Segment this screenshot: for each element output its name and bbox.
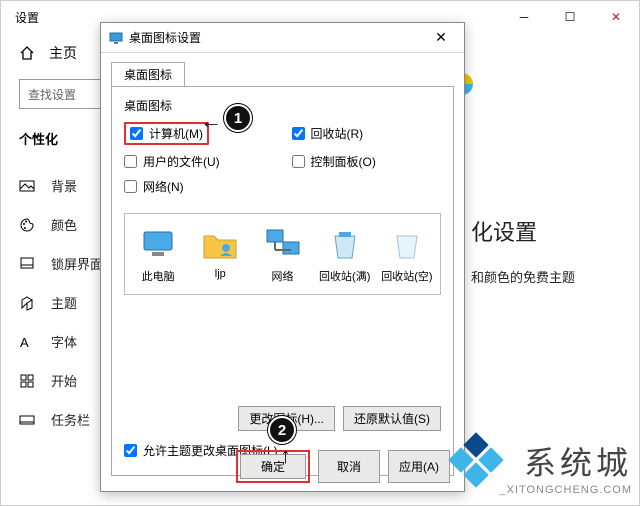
start-icon: [19, 373, 35, 389]
home-icon: [19, 45, 35, 61]
cancel-button[interactable]: 取消: [318, 450, 380, 483]
checkbox-userfiles[interactable]: 用户的文件(U): [124, 153, 274, 170]
recycle-empty-icon: [387, 224, 427, 264]
dialog-titlebar: 桌面图标设置 ✕: [101, 23, 464, 53]
checkbox-recycle-input[interactable]: [292, 127, 305, 140]
icon-label: 回收站(满): [318, 268, 372, 284]
window-controls: ─ ☐ ✕: [501, 1, 639, 33]
recycle-full-icon: [325, 224, 365, 264]
nav-label: 字体: [51, 332, 77, 351]
tab-strip: 桌面图标: [111, 61, 454, 86]
icon-recycle-full[interactable]: 回收站(满): [318, 224, 372, 284]
monitor-icon: [109, 31, 123, 45]
icon-label: 网络: [255, 268, 309, 284]
tab-desktop-icons[interactable]: 桌面图标: [111, 62, 185, 87]
theme-icon: [19, 295, 35, 311]
callout-2: 2: [268, 416, 296, 444]
lockscreen-icon: [19, 256, 35, 272]
home-label: 主页: [49, 43, 77, 63]
callout-1: 1: [224, 104, 252, 132]
icon-this-pc[interactable]: 此电脑: [131, 224, 185, 284]
icon-label: 此电脑: [131, 268, 185, 284]
search-placeholder: 查找设置: [28, 86, 76, 103]
icon-network[interactable]: 网络: [255, 224, 309, 284]
folder-user-icon: [200, 224, 240, 264]
checkbox-label: 网络(N): [143, 178, 184, 195]
checkbox-computer[interactable]: 计算机(M): [124, 122, 274, 145]
checkbox-label: 回收站(R): [311, 125, 364, 142]
maximize-button[interactable]: ☐: [547, 1, 593, 33]
icon-label: 回收站(空): [380, 268, 434, 284]
settings-title: 设置: [15, 9, 39, 26]
minimize-button[interactable]: ─: [501, 1, 547, 33]
main-heading: 化设置: [471, 215, 575, 247]
checkbox-userfiles-input[interactable]: [124, 155, 137, 168]
svg-text:A: A: [20, 335, 29, 350]
nav-label: 主题: [51, 293, 77, 312]
watermark-en: _XITONGCHENG.COM: [499, 484, 632, 496]
arrow-annotation-1: ←: [200, 108, 222, 134]
dialog-footer: 确定 取消 应用(A): [236, 450, 450, 483]
main-subtext: 和颜色的免费主题: [471, 267, 575, 286]
icon-recycle-empty[interactable]: 回收站(空): [380, 224, 434, 284]
nav-label: 背景: [51, 176, 77, 195]
network-icon: [263, 224, 303, 264]
apply-button[interactable]: 应用(A): [388, 450, 450, 483]
pc-icon: [138, 224, 178, 264]
checkbox-network-input[interactable]: [124, 180, 137, 193]
picture-icon: [19, 178, 35, 194]
checkbox-label: 用户的文件(U): [143, 153, 220, 170]
nav-label: 锁屏界面: [51, 254, 103, 273]
palette-icon: [19, 217, 35, 233]
checkbox-label: 计算机(M): [149, 125, 203, 142]
checkbox-label: 控制面板(O): [311, 153, 376, 170]
group-label: 桌面图标: [124, 97, 441, 114]
dialog-close-button[interactable]: ✕: [426, 29, 456, 46]
checkbox-allow-themes-input[interactable]: [124, 444, 137, 457]
nav-label: 开始: [51, 371, 77, 390]
checkbox-network[interactable]: 网络(N): [124, 178, 274, 195]
watermark-cn: 系统城: [499, 438, 632, 484]
nav-label: 任务栏: [51, 410, 90, 429]
icon-label: ljp: [193, 268, 247, 280]
watermark-logo: [452, 436, 500, 484]
restore-default-button[interactable]: 还原默认值(S): [343, 406, 441, 431]
watermark: 系统城 _XITONGCHENG.COM: [499, 438, 632, 496]
checkbox-recycle[interactable]: 回收站(R): [292, 122, 442, 145]
checkbox-controlpanel-input[interactable]: [292, 155, 305, 168]
dialog-title: 桌面图标设置: [129, 29, 201, 46]
close-button[interactable]: ✕: [593, 1, 639, 33]
icon-user[interactable]: ljp: [193, 224, 247, 284]
icon-preview-list[interactable]: 此电脑 ljp 网络 回收站(满) 回收站(空): [124, 213, 441, 295]
nav-label: 颜色: [51, 215, 77, 234]
checkbox-controlpanel[interactable]: 控制面板(O): [292, 153, 442, 170]
taskbar-icon: [19, 412, 35, 428]
arrow-annotation-2: ←: [276, 446, 302, 468]
font-icon: A: [19, 334, 35, 350]
checkbox-computer-input[interactable]: [130, 127, 143, 140]
